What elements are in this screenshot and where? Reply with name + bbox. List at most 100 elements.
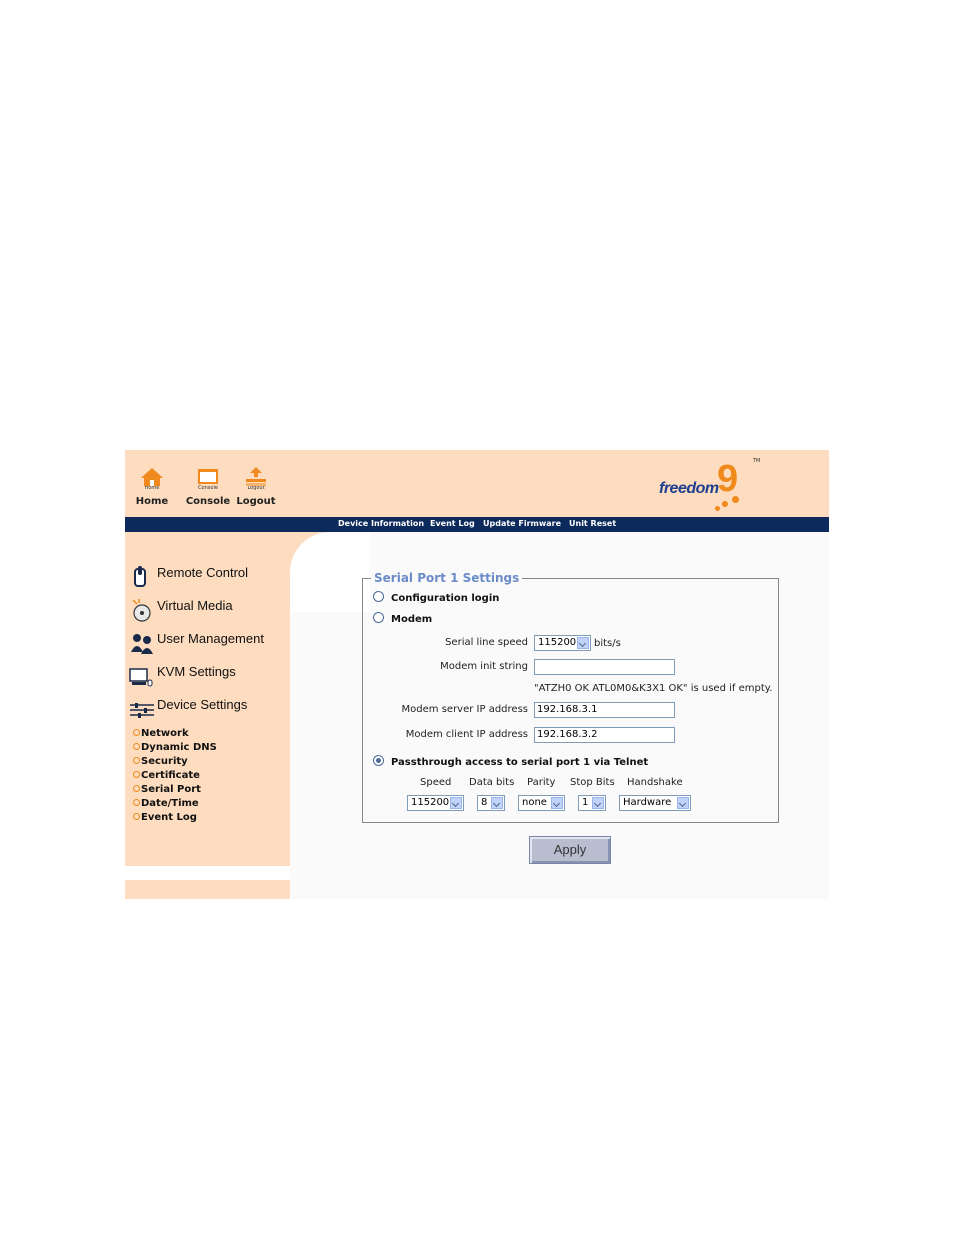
nav-device-information[interactable]: Device Information — [338, 519, 424, 528]
submenu-label: Security — [141, 756, 188, 767]
nav-update-firmware[interactable]: Update Firmware — [483, 519, 561, 528]
freedom9-logo: freedom 9 TM — [659, 458, 760, 512]
logo-dot — [715, 506, 720, 511]
submenu-date-time[interactable]: Date/Time — [133, 798, 199, 809]
menu-label: Device Settings — [157, 697, 248, 712]
logo-dot — [722, 501, 728, 507]
modem-client-ip-input[interactable]: 192.168.3.2 — [534, 727, 675, 743]
sliders-icon — [129, 696, 155, 722]
logout-label: Logout — [236, 496, 276, 507]
menu-label: KVM Settings — [157, 664, 236, 679]
menu-label: User Management — [157, 631, 264, 646]
submenu-label: Network — [141, 728, 189, 739]
radio-button[interactable] — [373, 612, 384, 623]
bullet-icon — [133, 771, 140, 778]
option-label: Passthrough access to serial port 1 via … — [391, 757, 649, 768]
bullet-icon — [133, 743, 140, 750]
passthrough-speed-select[interactable]: 115200 — [407, 795, 464, 811]
bullet-icon — [133, 785, 140, 792]
chevron-down-icon — [551, 797, 563, 809]
home-button[interactable]: Home Home — [127, 466, 177, 507]
home-icon — [127, 466, 177, 488]
top-navigation-bar: Device Information Event Log Update Firm… — [125, 517, 829, 532]
home-label: Home — [135, 496, 169, 507]
chevron-down-icon — [577, 637, 589, 649]
computer-icon — [129, 663, 155, 689]
modem-init-string-input[interactable] — [534, 659, 675, 675]
nav-unit-reset[interactable]: Unit Reset — [569, 519, 616, 528]
select-value: none — [522, 797, 547, 808]
parity-select[interactable]: none — [518, 795, 565, 811]
submenu-label: Certificate — [141, 770, 200, 781]
modem-client-ip-label: Modem client IP address — [405, 729, 528, 740]
select-value: Hardware — [623, 797, 672, 808]
modem-server-ip-input[interactable]: 192.168.3.1 — [534, 702, 675, 718]
chevron-down-icon — [592, 797, 604, 809]
submenu-network[interactable]: Network — [133, 728, 189, 739]
apply-button[interactable]: Apply — [529, 836, 611, 864]
radio-button[interactable] — [373, 591, 384, 602]
stop-bits-column-header: Stop Bits — [570, 777, 615, 788]
bullet-icon — [133, 799, 140, 806]
group-title: Serial Port 1 Settings — [371, 571, 523, 585]
submenu-event-log[interactable]: Event Log — [133, 812, 197, 823]
select-value: 115200 — [411, 797, 450, 808]
passthrough-option[interactable]: Passthrough access to serial port 1 via … — [373, 755, 648, 768]
option-label: Configuration login — [391, 593, 500, 604]
modem-init-hint: "ATZH0 OK ATL0M0&K3X1 OK" is used if emp… — [534, 683, 773, 694]
submenu-security[interactable]: Security — [133, 756, 188, 767]
sidebar: Remote Control Virtual Media User Manage… — [125, 532, 290, 899]
cd-icon — [129, 597, 155, 623]
chevron-down-icon — [491, 797, 503, 809]
submenu-label: Dynamic DNS — [141, 742, 217, 753]
submenu-label: Event Log — [141, 812, 197, 823]
radio-button-selected[interactable] — [373, 755, 384, 766]
logo-word: freedom — [659, 480, 719, 497]
hand-icon — [129, 564, 155, 590]
nav-event-log[interactable]: Event Log — [430, 519, 475, 528]
stop-bits-select[interactable]: 1 — [578, 795, 606, 811]
chevron-down-icon — [450, 797, 462, 809]
modem-option[interactable]: Modem — [373, 612, 432, 625]
submenu-dynamic-dns[interactable]: Dynamic DNS — [133, 742, 217, 753]
users-icon — [129, 630, 155, 656]
submenu-label: Date/Time — [141, 798, 199, 809]
console-button[interactable]: Console Console — [183, 466, 233, 507]
configuration-login-option[interactable]: Configuration login — [373, 591, 499, 604]
logout-button[interactable]: Logout Logout — [231, 466, 281, 507]
submenu-label: Serial Port — [141, 784, 201, 795]
submenu-certificate[interactable]: Certificate — [133, 770, 200, 781]
logo-dot — [732, 496, 739, 503]
bits-per-second-unit: bits/s — [594, 638, 621, 649]
submenu-serial-port[interactable]: Serial Port — [133, 784, 201, 795]
kvm-web-interface: Home Home Console Console Logout Logout … — [125, 450, 829, 899]
active-submenu-highlight — [125, 866, 290, 880]
bullet-icon — [133, 813, 140, 820]
speed-column-header: Speed — [420, 777, 452, 788]
modem-init-string-label: Modem init string — [440, 661, 528, 672]
logo-digit: 9 — [717, 458, 739, 500]
handshake-column-header: Handshake — [627, 777, 683, 788]
console-label: Console — [185, 496, 231, 507]
select-value: 8 — [481, 797, 488, 808]
handshake-select[interactable]: Hardware — [619, 795, 691, 811]
select-value: 1 — [582, 797, 589, 808]
top-toolbar: Home Home Console Console Logout Logout … — [125, 450, 829, 517]
console-icon — [183, 466, 233, 488]
select-value: 115200 — [538, 637, 577, 648]
chevron-down-icon — [677, 797, 689, 809]
menu-label: Remote Control — [157, 565, 249, 580]
parity-column-header: Parity — [527, 777, 556, 788]
curve-inner — [290, 532, 370, 612]
bullet-icon — [133, 729, 140, 736]
serial-line-speed-label: Serial line speed — [445, 637, 528, 648]
menu-label: Virtual Media — [157, 598, 233, 613]
option-label: Modem — [391, 614, 433, 625]
data-bits-select[interactable]: 8 — [477, 795, 505, 811]
logo-trademark: TM — [753, 458, 761, 464]
serial-line-speed-select[interactable]: 115200 — [534, 635, 591, 651]
bullet-icon — [133, 757, 140, 764]
modem-server-ip-label: Modem server IP address — [401, 704, 528, 715]
logout-icon — [231, 466, 281, 488]
data-bits-column-header: Data bits — [469, 777, 515, 788]
